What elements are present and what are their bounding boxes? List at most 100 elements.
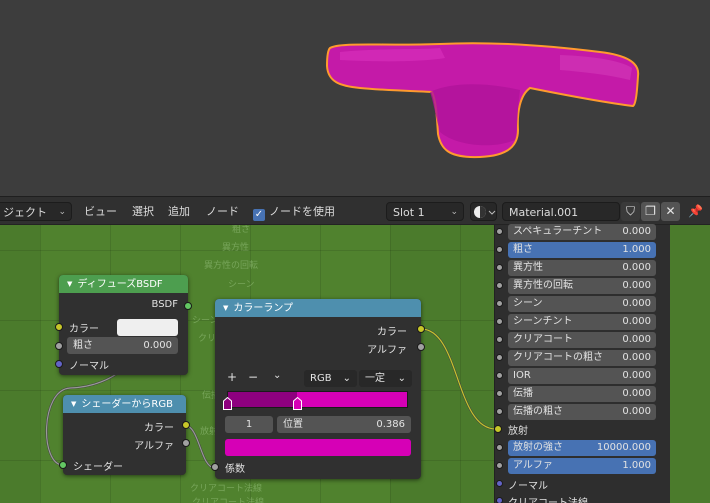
- input-socket[interactable]: [496, 408, 503, 415]
- shader-input-socket[interactable]: [59, 461, 67, 469]
- emission-strength-value: 10000.000: [596, 442, 651, 453]
- input-socket[interactable]: [496, 264, 503, 271]
- alpha-output-socket[interactable]: [417, 343, 425, 351]
- color-label: カラー: [69, 324, 99, 335]
- bsdf-output-socket[interactable]: [184, 302, 192, 310]
- property-field[interactable]: 異方性の回転 0.000: [508, 278, 656, 294]
- property-field[interactable]: シーンチント 0.000: [508, 314, 656, 330]
- color-swatch[interactable]: [117, 319, 178, 336]
- ramp-stop-handle[interactable]: [223, 396, 232, 410]
- color-output-label: カラー: [377, 327, 407, 338]
- color-output-socket[interactable]: [417, 325, 425, 333]
- input-socket[interactable]: [496, 390, 503, 397]
- node-title: カラーランプ: [233, 303, 294, 314]
- property-field[interactable]: スペキュラーチント 0.000: [508, 224, 656, 240]
- node-header[interactable]: ▼ ディフューズBSDF: [59, 275, 188, 293]
- color-output-socket[interactable]: [182, 421, 190, 429]
- alpha-input-socket[interactable]: [496, 462, 503, 469]
- slot-dropdown[interactable]: Slot 1 ⌄: [386, 202, 464, 221]
- normal-input-socket[interactable]: [496, 480, 503, 487]
- shader-to-rgb-node[interactable]: ▼ シェーダーからRGB カラー アルファ シェーダー: [59, 395, 190, 475]
- clearcoat-normal-label: クリアコート法線: [508, 494, 588, 503]
- property-field[interactable]: クリアコート 0.000: [508, 332, 656, 348]
- stop-color-swatch[interactable]: [225, 439, 411, 456]
- alpha-output-socket[interactable]: [182, 439, 190, 447]
- material-browse-button[interactable]: [470, 202, 497, 221]
- alpha-field[interactable]: アルファ 1.000: [508, 458, 656, 474]
- emission-strength-socket[interactable]: [496, 444, 503, 451]
- property-field[interactable]: 伝播 0.000: [508, 386, 656, 402]
- remove-stop-button[interactable]: −: [248, 370, 258, 384]
- output-label: BSDF: [151, 299, 178, 310]
- property-label: スペキュラーチント: [513, 226, 603, 237]
- principled-bsdf-node[interactable]: スペキュラーチント 0.000 粗さ 1.000 異方性 0.000 異方性の回転 0.000…: [494, 224, 670, 503]
- node-header[interactable]: ▼ カラーランプ: [215, 299, 421, 317]
- color-ramp-node[interactable]: ▼ カラーランプ カラー アルファ + − ⌄ RGB ⌄ 一定 ⌄ 1 位置 0.38…: [211, 299, 425, 479]
- property-field[interactable]: 異方性 0.000: [508, 260, 656, 276]
- property-field[interactable]: IOR 0.000: [508, 368, 656, 384]
- selected-object[interactable]: [0, 0, 710, 196]
- property-value: 0.000: [622, 298, 651, 309]
- checkbox-icon[interactable]: ✓: [253, 209, 265, 221]
- input-socket[interactable]: [496, 246, 503, 253]
- input-socket[interactable]: [496, 228, 503, 235]
- node-editor-header: ジェクト ⌄ ビュー 選択 追加 ノード ✓ ノードを使用 Slot 1 ⌄ Ma…: [0, 196, 710, 225]
- emission-input-socket[interactable]: [494, 425, 502, 433]
- menu-view[interactable]: ビュー: [84, 202, 117, 221]
- normal-label: ノーマル: [508, 481, 548, 492]
- node-header[interactable]: ▼ シェーダーからRGB: [63, 395, 186, 413]
- normal-label: ノーマル: [69, 361, 109, 372]
- property-label: 異方性: [513, 262, 543, 273]
- emission-strength-field[interactable]: 放射の強さ 10000.000: [508, 440, 656, 456]
- ramp-stop-handle-active[interactable]: [293, 396, 302, 410]
- property-label: 伝播の粗さ: [513, 406, 563, 417]
- property-value: 0.000: [622, 316, 651, 327]
- stop-position-field[interactable]: 位置 0.386: [277, 416, 411, 433]
- property-field[interactable]: 粗さ 1.000: [508, 242, 656, 258]
- input-socket[interactable]: [496, 318, 503, 325]
- use-nodes-toggle[interactable]: ✓ ノードを使用: [253, 202, 335, 221]
- clearcoat-normal-socket[interactable]: [496, 497, 503, 503]
- material-name-field[interactable]: Material.001: [502, 202, 620, 221]
- mode-dropdown[interactable]: ジェクト ⌄: [0, 202, 72, 221]
- node-title: ディフューズBSDF: [77, 279, 163, 290]
- pin-icon[interactable]: 📌: [686, 202, 705, 221]
- input-socket[interactable]: [496, 300, 503, 307]
- menu-add[interactable]: 追加: [168, 202, 190, 221]
- 3d-viewport[interactable]: [0, 0, 710, 196]
- property-value: 0.000: [622, 388, 651, 399]
- menu-select[interactable]: 選択: [132, 202, 154, 221]
- roughness-input-socket[interactable]: [55, 342, 63, 350]
- input-socket[interactable]: [496, 372, 503, 379]
- property-field[interactable]: クリアコートの粗さ 0.000: [508, 350, 656, 366]
- chevron-down-icon[interactable]: ⌄: [273, 370, 281, 381]
- input-socket[interactable]: [496, 282, 503, 289]
- property-field[interactable]: 伝播の粗さ 0.000: [508, 404, 656, 420]
- property-value: 1.000: [622, 244, 651, 255]
- add-stop-button[interactable]: +: [227, 370, 237, 384]
- collapse-icon[interactable]: ▼: [67, 280, 72, 288]
- color-input-socket[interactable]: [55, 323, 63, 331]
- close-icon[interactable]: ✕: [661, 202, 680, 221]
- interpolation-dropdown[interactable]: 一定 ⌄: [359, 370, 412, 387]
- collapse-icon[interactable]: ▼: [71, 400, 76, 408]
- diffuse-bsdf-node[interactable]: ▼ ディフューズBSDF BSDF カラー 粗さ 0.000 ノーマル: [55, 275, 192, 375]
- color-ramp-gradient[interactable]: [227, 391, 408, 408]
- property-field[interactable]: シーン 0.000: [508, 296, 656, 312]
- fake-user-shield-icon[interactable]: ⛉: [621, 202, 640, 221]
- menu-node[interactable]: ノード: [206, 202, 239, 221]
- stop-index-field[interactable]: 1: [225, 416, 273, 433]
- factor-input-socket[interactable]: [211, 463, 219, 471]
- property-label: クリアコート: [513, 334, 573, 345]
- property-label: 異方性の回転: [513, 280, 573, 291]
- color-mode-dropdown[interactable]: RGB ⌄: [304, 370, 357, 387]
- duplicate-material-icon[interactable]: ❐: [641, 202, 660, 221]
- material-sphere-icon: [474, 206, 496, 218]
- alpha-output-label: アルファ: [367, 345, 407, 356]
- input-socket[interactable]: [496, 336, 503, 343]
- roughness-field[interactable]: 粗さ 0.000: [67, 337, 178, 354]
- factor-input-label: 係数: [225, 464, 245, 475]
- collapse-icon[interactable]: ▼: [223, 304, 228, 312]
- normal-input-socket[interactable]: [55, 360, 63, 368]
- input-socket[interactable]: [496, 354, 503, 361]
